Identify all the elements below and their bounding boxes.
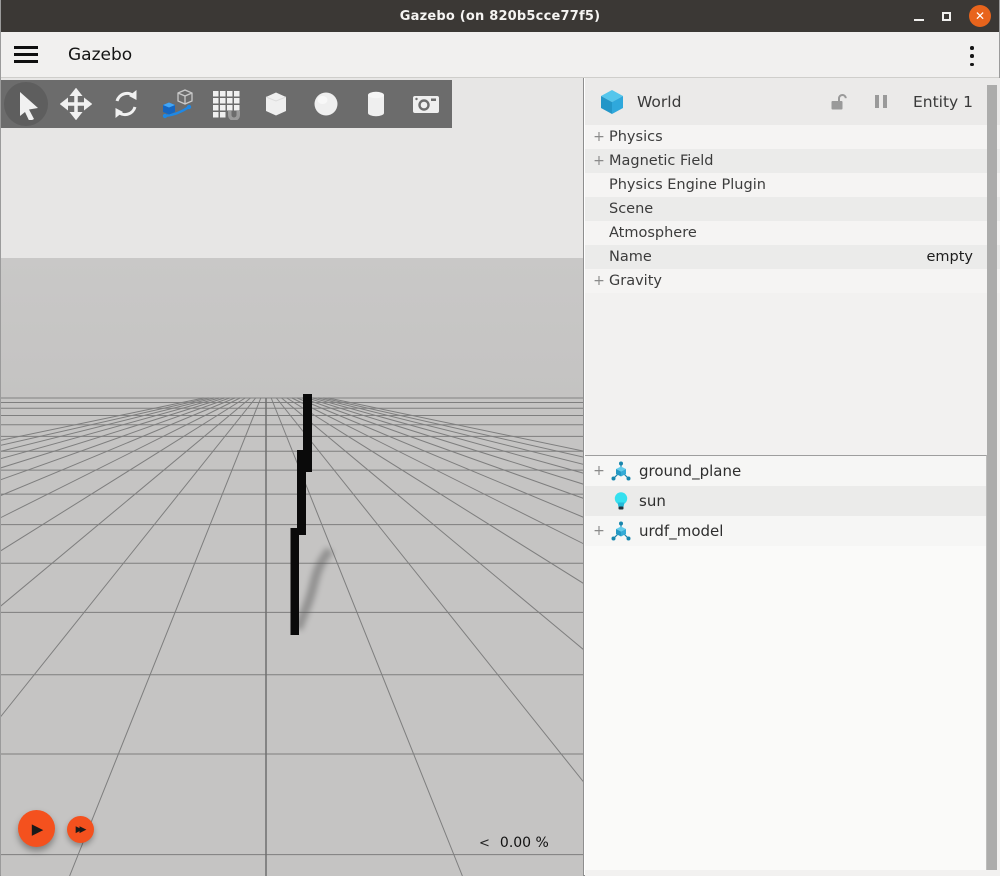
entity-item-sun[interactable]: sun [585, 486, 986, 516]
play-button[interactable]: ▶ [18, 810, 55, 847]
add-cylinder-icon[interactable] [351, 80, 401, 128]
expand-plus-icon[interactable]: + [591, 523, 607, 539]
rotate-icon[interactable] [101, 80, 151, 128]
maximize-button[interactable] [942, 12, 951, 21]
close-button[interactable]: ✕ [969, 5, 991, 27]
rtf-display: < 0.00 % [479, 835, 549, 851]
world-panel-header: World Entity 1 [585, 78, 1000, 125]
toolbar [1, 80, 452, 128]
gazebo-window: Gazebo (on 820b5cce77f5) ✕ Gazebo [0, 0, 1000, 876]
hamburger-menu-icon[interactable] [14, 46, 38, 63]
expand-plus-icon[interactable]: + [591, 129, 607, 145]
light-icon [609, 489, 633, 513]
tree-item-scene[interactable]: Scene [585, 197, 1000, 221]
titlebar: Gazebo (on 820b5cce77f5) ✕ [1, 0, 999, 32]
world-cube-icon [599, 89, 625, 115]
select-arrow-icon[interactable] [1, 80, 51, 128]
entity-item-urdf-model[interactable]: + urdf_ [585, 516, 986, 546]
scene-viewport[interactable]: ▶ ▶▶ < 0.00 % [1, 78, 584, 876]
grid-lines [1, 398, 584, 876]
pause-icon[interactable] [875, 95, 887, 108]
name-value: empty [926, 249, 973, 265]
window-controls: ✕ [914, 0, 991, 32]
expand-plus-icon[interactable]: + [591, 273, 607, 289]
menubar: Gazebo [1, 32, 999, 78]
screenshot-icon[interactable] [401, 80, 451, 128]
scene-render [1, 78, 584, 876]
tree-item-atmosphere[interactable]: Atmosphere [585, 221, 1000, 245]
kebab-menu-icon[interactable] [965, 46, 979, 66]
expand-plus-icon[interactable]: + [591, 153, 607, 169]
entity-count-label: Entity 1 [913, 93, 973, 111]
add-box-icon[interactable] [251, 80, 301, 128]
minimize-button[interactable] [914, 19, 924, 21]
rtf-value: 0.00 % [500, 835, 549, 851]
world-title: World [637, 93, 681, 111]
translate-icon[interactable] [51, 80, 101, 128]
app-title: Gazebo [68, 45, 132, 65]
main-area: ▶ ▶▶ < 0.00 % World [1, 78, 999, 876]
model-shadow [298, 550, 330, 629]
entity-tree: + groun [585, 455, 987, 870]
collapse-chevron-icon[interactable]: < [479, 836, 490, 851]
snap-grid-icon[interactable] [201, 80, 251, 128]
tree-item-magnetic-field[interactable]: + Magnetic Field [585, 149, 1000, 173]
tree-item-gravity[interactable]: + Gravity [585, 269, 1000, 293]
play-icon: ▶ [32, 820, 44, 838]
world-panel: World Entity 1 + Physics + Magnetic Fiel… [585, 78, 1000, 876]
model-icon [609, 459, 633, 483]
unlock-icon[interactable] [829, 92, 849, 112]
panel-empty-space [585, 293, 1000, 455]
tree-item-physics[interactable]: + Physics [585, 125, 1000, 149]
add-sphere-icon[interactable] [301, 80, 351, 128]
panel-scrollbar[interactable] [987, 85, 997, 870]
entity-item-ground-plane[interactable]: + groun [585, 456, 986, 486]
urdf-model-render[interactable] [291, 394, 331, 635]
tree-item-physics-engine-plugin[interactable]: Physics Engine Plugin [585, 173, 1000, 197]
tree-item-name[interactable]: Name empty [585, 245, 1000, 269]
window-title: Gazebo (on 820b5cce77f5) [400, 9, 601, 24]
step-button[interactable]: ▶▶ [67, 816, 94, 843]
align-icon[interactable] [151, 80, 201, 128]
step-icon: ▶▶ [76, 825, 84, 835]
expand-plus-icon[interactable]: + [591, 463, 607, 479]
model-icon [609, 519, 633, 543]
